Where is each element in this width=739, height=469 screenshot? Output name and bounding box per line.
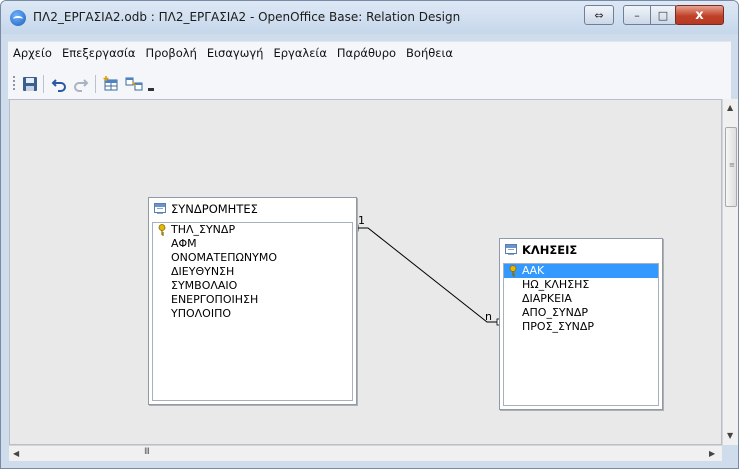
- horizontal-scrollbar[interactable]: ◀ III ▶: [9, 445, 722, 461]
- field-item[interactable]: ΔΙΕΥΘΥΝΣΗ: [153, 265, 352, 279]
- toolbar-separator: [95, 75, 96, 93]
- field-item[interactable]: ΔΙΑΡΚΕΙΑ: [504, 292, 658, 306]
- menu-window[interactable]: Παράθυρο: [332, 46, 401, 60]
- table-title-bar[interactable]: ΣΥΝΔΡΟΜΗΤΕΣ: [149, 198, 356, 220]
- relation-cardinality-many: n: [485, 310, 492, 323]
- thumb-grip-icon: ≡: [729, 161, 735, 169]
- menu-tools[interactable]: Εργαλεία: [268, 46, 331, 60]
- redo-icon[interactable]: [72, 75, 90, 93]
- table-icon: [154, 203, 166, 214]
- field-item[interactable]: ΟΝΟΜΑΤΕΠΩΝΥΜΟ: [153, 251, 352, 265]
- scroll-right-icon[interactable]: ▶: [709, 449, 715, 458]
- menu-view[interactable]: Προβολή: [140, 46, 201, 60]
- table-name: ΚΛΗΣΕΙΣ: [522, 243, 578, 257]
- table-name: ΣΥΝΔΡΟΜΗΤΕΣ: [171, 202, 258, 216]
- application-window: ΠΛ2_ΕΡΓΑΣΙΑ2.odb : ΠΛ2_ΕΡΓΑΣΙΑ2 - OpenOf…: [0, 0, 739, 469]
- field-item[interactable]: ΠΡΟΣ_ΣΥΝΔΡ: [504, 320, 658, 334]
- field-item[interactable]: ΥΠΟΛΟΙΠΟ: [153, 307, 352, 321]
- primary-key-icon: [158, 224, 166, 236]
- field-item[interactable]: ΣΥΜΒΟΛΑΙΟ: [153, 279, 352, 293]
- menu-edit[interactable]: Επεξεργασία: [57, 46, 140, 60]
- field-item[interactable]: ΕΝΕΡΓΟΠΟΙΗΣΗ: [153, 293, 352, 307]
- window-title: ΠΛ2_ΕΡΓΑΣΙΑ2.odb : ΠΛ2_ΕΡΓΑΣΙΑ2 - OpenOf…: [33, 10, 461, 24]
- scroll-down-icon[interactable]: ▼: [727, 431, 733, 440]
- relation-design-canvas[interactable]: 1 n ΣΥΝΔΡΟΜΗΤΕΣ ΤΗΛ_ΣΥΝΔΡ ΑΦΜ ΟΝΟΜΑΤΕΠΩΝ…: [9, 99, 722, 445]
- dropdown-arrow-icon[interactable]: [146, 75, 156, 93]
- table-window-calls[interactable]: ΚΛΗΣΕΙΣ ΑΑΚ ΗΩ_ΚΛΗΣΗΣ ΔΙΑΡΚΕΙΑ ΑΠΟ_ΣΥΝΔΡ…: [499, 238, 663, 410]
- scroll-left-icon[interactable]: ◀: [13, 449, 19, 458]
- toolbar-separator: [43, 75, 44, 93]
- save-icon[interactable]: [21, 75, 39, 93]
- field-list: ΤΗΛ_ΣΥΝΔΡ ΑΦΜ ΟΝΟΜΑΤΕΠΩΝΥΜΟ ΔΙΕΥΘΥΝΣΗ ΣΥ…: [152, 222, 353, 401]
- table-window-subscribers[interactable]: ΣΥΝΔΡΟΜΗΤΕΣ ΤΗΛ_ΣΥΝΔΡ ΑΦΜ ΟΝΟΜΑΤΕΠΩΝΥΜΟ …: [148, 197, 357, 405]
- maximize-button[interactable]: □: [650, 5, 676, 25]
- relation-line[interactable]: [357, 227, 498, 323]
- scroll-up-icon[interactable]: ▲: [727, 103, 733, 112]
- menu-insert[interactable]: Εισαγωγή: [202, 46, 269, 60]
- field-item[interactable]: ΗΩ_ΚΛΗΣΗΣ: [504, 278, 658, 292]
- horizontal-thumb-grip[interactable]: III: [144, 447, 150, 457]
- undo-icon[interactable]: [50, 75, 68, 93]
- new-relation-icon[interactable]: [125, 75, 143, 93]
- menu-help[interactable]: Βοήθεια: [401, 46, 458, 60]
- primary-key-icon: [509, 265, 517, 277]
- field-item[interactable]: ΑΠΟ_ΣΥΝΔΡ: [504, 306, 658, 320]
- minimize-button[interactable]: –: [623, 5, 651, 25]
- table-title-bar[interactable]: ΚΛΗΣΕΙΣ: [500, 239, 662, 261]
- field-list: ΑΑΚ ΗΩ_ΚΛΗΣΗΣ ΔΙΑΡΚΕΙΑ ΑΠΟ_ΣΥΝΔΡ ΠΡΟΣ_ΣΥ…: [503, 263, 659, 406]
- add-table-icon[interactable]: [102, 75, 120, 93]
- window-swap-button[interactable]: ⇔: [584, 5, 614, 25]
- vertical-scrollbar[interactable]: ▲ ≡ ▼: [722, 99, 738, 445]
- toolbar-grip[interactable]: [13, 76, 15, 90]
- relation-cardinality-one: 1: [358, 214, 365, 227]
- menu-bar: Αρχείο Επεξεργασία Προβολή Εισαγωγή Εργα…: [8, 41, 731, 64]
- openoffice-app-icon: [10, 10, 26, 26]
- field-item[interactable]: ΤΗΛ_ΣΥΝΔΡ: [153, 223, 352, 237]
- menu-file[interactable]: Αρχείο: [8, 46, 57, 60]
- field-item-selected[interactable]: ΑΑΚ: [504, 264, 658, 278]
- standard-toolbar: [8, 63, 731, 100]
- vertical-scroll-thumb[interactable]: ≡: [725, 127, 737, 207]
- table-icon: [505, 244, 517, 255]
- field-item[interactable]: ΑΦΜ: [153, 237, 352, 251]
- close-button[interactable]: x: [675, 5, 724, 25]
- title-bar[interactable]: ΠΛ2_ΕΡΓΑΣΙΑ2.odb : ΠΛ2_ΕΡΓΑΣΙΑ2 - OpenOf…: [1, 1, 738, 34]
